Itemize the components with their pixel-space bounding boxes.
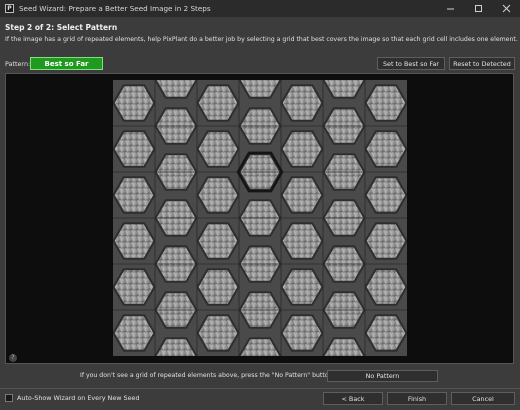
hex-tile (113, 268, 156, 306)
step-title: Step 2 of 2: Select Pattern (5, 23, 118, 32)
title-bar: P Seed Wizard: Prepare a Better Seed Ima… (0, 0, 520, 17)
maximize-icon (474, 5, 482, 12)
hex-tile (280, 130, 324, 168)
hex-tile (364, 176, 407, 214)
hex-tile (280, 176, 324, 214)
window-title: Seed Wizard: Prepare a Better Seed Image… (19, 4, 211, 13)
reset-to-detected-button[interactable]: Reset to Detected (449, 57, 515, 70)
footer-divider (0, 388, 520, 389)
auto-show-label: Auto-Show Wizard on Every New Seed (17, 394, 140, 402)
minimize-icon (446, 8, 454, 10)
hex-tile (280, 268, 324, 306)
hex-tile (364, 222, 407, 260)
hex-tile (196, 176, 240, 214)
no-pattern-button[interactable]: No Pattern (327, 370, 438, 382)
close-button[interactable] (492, 0, 520, 17)
set-to-best-button[interactable]: Set to Best so Far (377, 57, 445, 70)
auto-show-option[interactable]: Auto-Show Wizard on Every New Seed (5, 394, 140, 402)
hex-tile (280, 84, 324, 122)
help-icon[interactable]: ? (9, 354, 17, 362)
hex-tile (364, 130, 407, 168)
window-controls (436, 0, 520, 17)
hex-tile (113, 176, 156, 214)
no-pattern-hint: If you don't see a grid of repeated elem… (80, 372, 335, 379)
hex-tile (196, 268, 240, 306)
hex-tile (113, 314, 156, 352)
hex-tile (113, 130, 156, 168)
step-description: If the image has a grid of repeated elem… (5, 36, 518, 43)
cancel-button[interactable]: Cancel (451, 392, 515, 405)
hex-tile (196, 222, 240, 260)
app-logo-icon: P (5, 4, 14, 13)
hex-tile (196, 84, 240, 122)
hex-tile (196, 314, 240, 352)
pattern-label: Pattern: (5, 60, 31, 68)
hex-tile (113, 222, 156, 260)
texture-preview[interactable] (113, 80, 407, 356)
hex-tile (113, 84, 156, 122)
hex-tile (280, 222, 324, 260)
maximize-button[interactable] (464, 0, 492, 17)
finish-button[interactable]: Finish (387, 392, 447, 405)
close-icon (502, 4, 510, 13)
hex-tile (280, 314, 324, 352)
hex-tile (364, 84, 407, 122)
hex-tile (364, 314, 407, 352)
back-button[interactable]: < Back (323, 392, 383, 405)
pattern-selected-badge[interactable]: Best so Far (30, 57, 103, 70)
minimize-button[interactable] (436, 0, 464, 17)
auto-show-checkbox[interactable] (5, 394, 13, 402)
hex-tile (364, 268, 407, 306)
hex-tile (196, 130, 240, 168)
pattern-preview-area[interactable]: ? (5, 73, 514, 364)
